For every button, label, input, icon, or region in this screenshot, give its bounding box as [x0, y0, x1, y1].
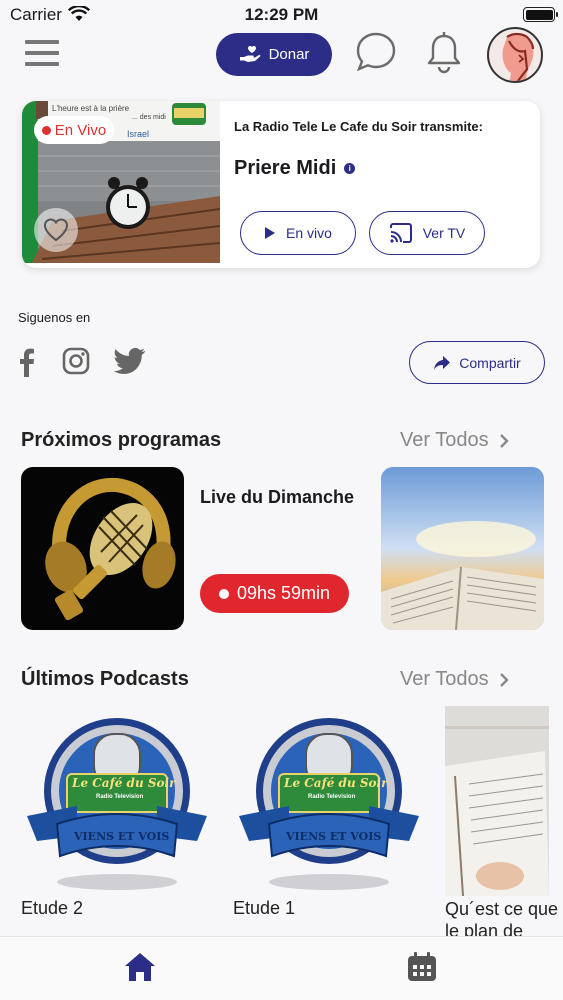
upcoming-see-all-label: Ver Todos	[400, 429, 489, 451]
thumb-caption-1: L'heure est à la prière	[52, 104, 130, 113]
play-icon	[265, 227, 276, 239]
donate-hand-heart-icon	[239, 45, 260, 62]
live-badge-label: En Vivo	[54, 121, 107, 139]
podcast-title[interactable]: Etude 2	[21, 898, 83, 919]
microphone-headphones-image	[45, 477, 176, 621]
live-program-title: Priere Midi i	[234, 157, 356, 180]
cast-icon	[389, 223, 412, 243]
podcast-cover[interactable]: Le Café du Soir Radio Television VIENS E…	[234, 706, 424, 896]
program-title[interactable]: Live du Dimanche	[200, 487, 354, 508]
chat-bubble-icon[interactable]	[354, 30, 398, 74]
en-vivo-label: En vivo	[286, 225, 332, 241]
podcasts-see-all-label: Ver Todos	[400, 668, 489, 690]
live-program-name: Priere Midi	[234, 157, 337, 179]
thumb-caption-3: Israel	[127, 129, 150, 139]
live-dot-icon	[41, 125, 51, 135]
avatar-portrait-icon	[502, 32, 535, 81]
bottom-tab-bar	[0, 936, 563, 1000]
live-station-text: La Radio Tele Le Cafe du Soir transmite:	[234, 119, 483, 134]
cafe-du-soir-logo	[239, 718, 419, 890]
countdown-badge: 09hs 59min	[200, 574, 349, 613]
ver-tv-label: Ver TV	[422, 225, 466, 241]
calendar-icon[interactable]	[406, 951, 438, 983]
follow-us-label: Siguenos en	[18, 310, 91, 325]
donate-button[interactable]: Donar	[216, 33, 332, 76]
live-badge: En Vivo	[34, 116, 114, 144]
podcast-cover[interactable]	[445, 706, 549, 896]
podcast-logo-banner: VIENS ET VOIS	[74, 830, 170, 843]
countdown-dot-icon	[218, 588, 229, 599]
donate-label: Donar	[268, 46, 310, 63]
bell-icon[interactable]	[424, 30, 464, 76]
chevron-right-icon	[499, 672, 509, 687]
podcast-logo-subtitle: Radio Television	[96, 794, 144, 800]
countdown-label: 09hs 59min	[236, 583, 331, 603]
menu-icon[interactable]	[25, 40, 59, 68]
podcast-logo-title: Le Café du Soir	[284, 776, 388, 790]
home-icon[interactable]	[123, 951, 157, 983]
heart-icon	[43, 218, 69, 242]
share-button[interactable]: Compartir	[409, 341, 545, 384]
favorite-button[interactable]	[34, 208, 78, 252]
program-thumbnail[interactable]	[21, 467, 184, 630]
twitter-icon[interactable]	[114, 347, 146, 375]
instagram-icon[interactable]	[62, 347, 90, 375]
podcast-cover[interactable]: Le Café du Soir Radio Television VIENS E…	[22, 706, 212, 896]
live-thumbnail: L'heure est à la prière ... des midi Isr…	[22, 101, 220, 263]
upcoming-section-title: Próximos programas	[21, 429, 222, 451]
en-vivo-button[interactable]: En vivo	[240, 211, 356, 255]
podcasts-see-all-link[interactable]: Ver Todos	[400, 668, 509, 691]
status-bar: Carrier 12:29 PM	[0, 0, 563, 30]
live-now-card[interactable]: L'heure est à la prière ... des midi Isr…	[22, 101, 540, 268]
podcasts-section-title: Últimos Podcasts	[21, 668, 189, 690]
battery-icon	[523, 7, 558, 22]
share-label: Compartir	[459, 354, 521, 371]
ver-tv-button[interactable]: Ver TV	[369, 211, 485, 255]
open-book-image	[445, 706, 549, 896]
avatar[interactable]	[487, 27, 543, 83]
podcast-logo-subtitle: Radio Television	[308, 794, 356, 800]
podcast-title[interactable]: Etude 1	[233, 898, 295, 919]
bible-sky-image	[381, 467, 544, 630]
info-icon[interactable]: i	[344, 163, 356, 174]
program-thumbnail-2[interactable]	[381, 467, 544, 630]
podcast-logo-title: Le Café du Soir	[72, 776, 176, 790]
chevron-right-icon	[499, 433, 509, 448]
cafe-du-soir-logo	[27, 718, 207, 890]
share-icon	[434, 355, 451, 370]
clock: 12:29 PM	[244, 5, 319, 24]
thumb-caption-2: ... des midi	[132, 114, 166, 121]
facebook-icon[interactable]	[17, 347, 35, 377]
upcoming-see-all-link[interactable]: Ver Todos	[400, 429, 509, 452]
podcast-logo-banner: VIENS ET VOIS	[286, 830, 382, 843]
